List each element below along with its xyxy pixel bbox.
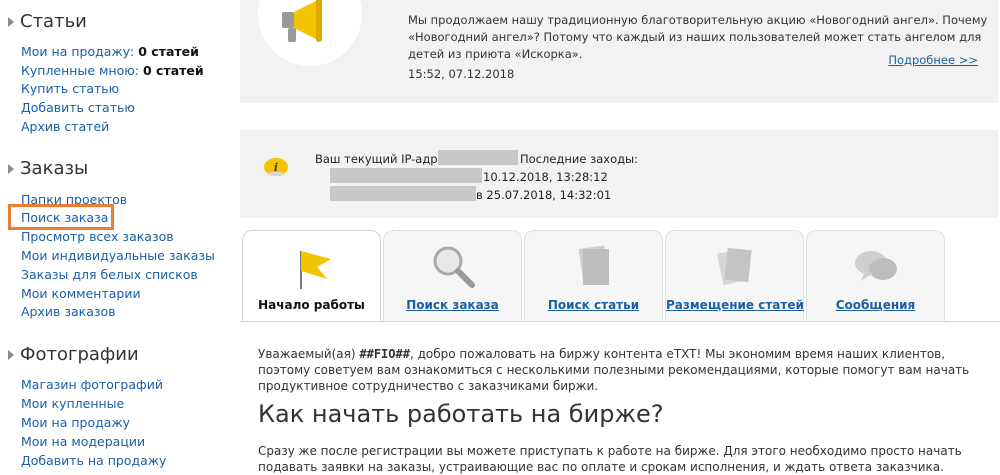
papers-icon xyxy=(716,247,752,286)
sidebar-item-photo-shop[interactable]: Магазин фотографий xyxy=(21,376,163,394)
tab-messages[interactable]: Сообщения xyxy=(806,230,945,322)
ip-info-panel: i Ваш текущий IP-адрес: Последние заходы… xyxy=(240,130,998,218)
page-heading: Как начать работать на бирже? xyxy=(258,400,664,428)
sidebar-item-individual-orders[interactable]: Мои индивидуальные заказы xyxy=(21,247,215,265)
redacted-ip xyxy=(330,186,476,201)
last-visit-1: 10.12.2018, 13:28:12 xyxy=(483,170,608,184)
section-title-orders[interactable]: Заказы xyxy=(8,158,88,179)
news-panel: Мы продолжаем нашу традиционную благотво… xyxy=(240,0,998,103)
tab-article-search[interactable]: Поиск статьи xyxy=(524,230,663,322)
sidebar-item-my-for-sale[interactable]: Мои на продажу: 0 статей xyxy=(21,43,199,61)
redacted-ip xyxy=(330,168,482,183)
last-visits-label: Последние заходы: xyxy=(520,152,639,166)
intro-paragraph: Сразу же после регистрации вы можете при… xyxy=(258,444,962,474)
last-visit-2: в 25.07.2018, 14:32:01 xyxy=(476,188,612,202)
sidebar-item-bought[interactable]: Купленные мною: 0 статей xyxy=(21,62,204,80)
tab-article-placement[interactable]: Размещение статей xyxy=(665,230,804,322)
user-name-placeholder: ##FIO## xyxy=(359,347,410,361)
collapse-triangle-icon xyxy=(8,163,14,174)
current-ip-label: Ваш текущий IP-адрес: xyxy=(315,152,455,166)
megaphone-icon xyxy=(258,0,362,66)
section-title-label: Заказы xyxy=(20,158,89,179)
sidebar-item-whitelist-orders[interactable]: Заказы для белых списков xyxy=(21,266,198,284)
help-tabs: Начало работы Поиск заказа Поиск статьи … xyxy=(240,230,1000,322)
tab-getting-started[interactable]: Начало работы xyxy=(242,230,381,322)
sidebar-item-my-bought-photos[interactable]: Мои купленные xyxy=(21,395,124,413)
sidebar-item-buy-article[interactable]: Купить статью xyxy=(21,80,119,98)
info-icon: i xyxy=(264,158,288,176)
sidebar-item-all-orders[interactable]: Просмотр всех заказов xyxy=(21,228,174,246)
collapse-triangle-icon xyxy=(8,16,14,27)
sidebar-item-order-archive[interactable]: Архив заказов xyxy=(21,303,116,321)
tab-label: Начало работы xyxy=(258,298,365,312)
section-title-photos[interactable]: Фотографии xyxy=(8,344,139,365)
svg-text:i: i xyxy=(274,161,278,174)
tab-label: Размещение статей xyxy=(666,298,804,312)
welcome-text: Уважаемый(ая) ##FIO##, добро пожаловать … xyxy=(258,347,970,393)
tab-label: Поиск заказа xyxy=(406,298,499,312)
sidebar-item-photos-on-moderation[interactable]: Мои на модерации xyxy=(21,433,145,451)
redacted-ip xyxy=(438,150,518,165)
collapse-triangle-icon xyxy=(8,349,14,360)
section-title-label: Фотографии xyxy=(20,344,139,365)
news-timestamp: 15:52, 07.12.2018 xyxy=(408,67,515,81)
sidebar: Статьи Мои на продажу: 0 статей Купленны… xyxy=(0,0,240,472)
sidebar-item-article-archive[interactable]: Архив статей xyxy=(21,118,109,136)
sidebar-item-my-comments[interactable]: Мои комментарии xyxy=(21,285,141,303)
magnifier-icon xyxy=(433,246,475,288)
section-title-label: Статьи xyxy=(20,11,87,32)
section-title-articles[interactable]: Статьи xyxy=(8,11,87,32)
sidebar-item-add-article[interactable]: Добавить статью xyxy=(21,99,135,117)
count-value: 0 статей xyxy=(142,63,204,78)
flag-icon xyxy=(300,251,331,289)
sidebar-item-my-photos-for-sale[interactable]: Мои на продажу xyxy=(21,414,130,432)
tab-order-search[interactable]: Поиск заказа xyxy=(383,230,522,322)
document-icon xyxy=(578,245,610,285)
read-more-link[interactable]: Подробнее >> xyxy=(888,53,978,67)
tab-label: Сообщения xyxy=(835,298,916,312)
tab-label: Поиск статьи xyxy=(547,298,640,312)
count-value: 0 статей xyxy=(138,44,199,59)
chat-bubbles-icon xyxy=(855,251,897,281)
sidebar-item-add-photo[interactable]: Добавить на продажу xyxy=(21,452,166,470)
tabs-divider xyxy=(240,321,1000,322)
sidebar-item-order-search[interactable]: Поиск заказа xyxy=(21,209,108,227)
